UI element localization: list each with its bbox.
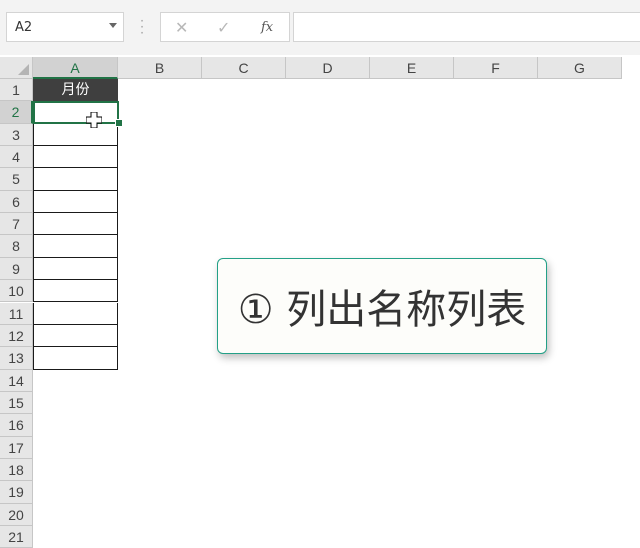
- check-icon[interactable]: ✓: [217, 18, 230, 37]
- table-cell[interactable]: [33, 257, 118, 281]
- annotation-callout: ① 列出名称列表: [217, 258, 547, 354]
- row-header-3[interactable]: 3: [0, 123, 33, 147]
- callout-text: ① 列出名称列表: [237, 287, 527, 333]
- name-box[interactable]: A2: [6, 12, 124, 42]
- row-header-12[interactable]: 12: [0, 324, 33, 348]
- row-header-4[interactable]: 4: [0, 146, 33, 169]
- column-header-a[interactable]: A: [33, 57, 118, 79]
- chevron-down-icon[interactable]: [109, 23, 117, 28]
- column-header-d[interactable]: D: [286, 57, 370, 79]
- active-cell-border: [33, 101, 119, 124]
- row-header-15[interactable]: 15: [0, 391, 33, 415]
- row-header-13[interactable]: 13: [0, 347, 33, 370]
- row-header-18[interactable]: 18: [0, 458, 33, 482]
- formula-controls: ✕ ✓ fx: [160, 12, 290, 42]
- more-options-icon[interactable]: · · ·: [140, 15, 144, 39]
- row-header-6[interactable]: 6: [0, 190, 33, 214]
- table-header-cell[interactable]: 月份: [33, 79, 118, 102]
- plus-cursor-icon: [86, 112, 102, 128]
- fx-icon[interactable]: fx: [261, 20, 273, 35]
- table-cell[interactable]: [33, 146, 118, 169]
- row-header-16[interactable]: 16: [0, 414, 33, 437]
- name-box-value: A2: [15, 20, 33, 35]
- fill-handle[interactable]: [115, 119, 123, 127]
- row-header-7[interactable]: 7: [0, 213, 33, 236]
- table-cell[interactable]: [33, 302, 118, 325]
- column-header-f[interactable]: F: [454, 57, 538, 79]
- column-header-c[interactable]: C: [202, 57, 286, 79]
- column-header-g[interactable]: G: [538, 57, 622, 79]
- select-all-corner[interactable]: [0, 57, 33, 79]
- row-header-10[interactable]: 10: [0, 280, 33, 303]
- table-cell[interactable]: [33, 280, 118, 303]
- table-cell[interactable]: [33, 123, 118, 147]
- row-header-9[interactable]: 9: [0, 257, 33, 281]
- row-header-20[interactable]: 20: [0, 503, 33, 526]
- row-header-2[interactable]: 2: [0, 101, 33, 124]
- row-header-17[interactable]: 17: [0, 436, 33, 459]
- formula-input[interactable]: [293, 12, 640, 42]
- table-cell[interactable]: [33, 190, 118, 214]
- table-cell[interactable]: [33, 347, 118, 370]
- table-cell[interactable]: [33, 213, 118, 236]
- row-header-19[interactable]: 19: [0, 481, 33, 504]
- column-header-e[interactable]: E: [370, 57, 454, 79]
- table-cell[interactable]: [33, 235, 118, 258]
- row-header-1[interactable]: 1: [0, 79, 33, 102]
- row-header-8[interactable]: 8: [0, 235, 33, 258]
- column-header-b[interactable]: B: [118, 57, 202, 79]
- x-icon[interactable]: ✕: [175, 18, 188, 37]
- table-cell[interactable]: [33, 168, 118, 191]
- row-header-14[interactable]: 14: [0, 369, 33, 392]
- table-cell[interactable]: [33, 324, 118, 348]
- row-header-21[interactable]: 21: [0, 526, 33, 548]
- row-header-11[interactable]: 11: [0, 302, 33, 325]
- row-header-5[interactable]: 5: [0, 168, 33, 191]
- formula-bar: A2 · · · ✕ ✓ fx: [0, 0, 640, 55]
